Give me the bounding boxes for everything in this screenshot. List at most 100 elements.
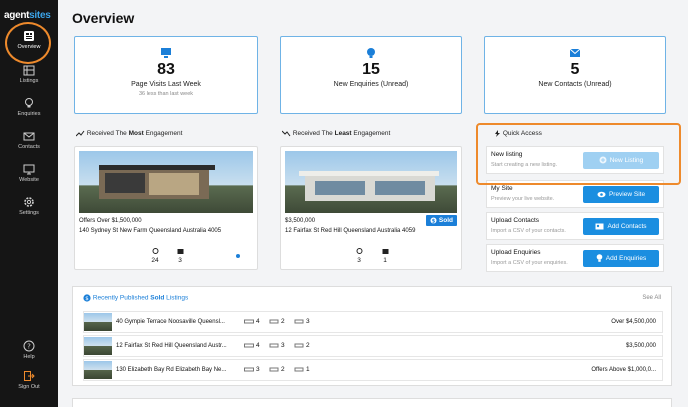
listing-address: 12 Fairfax St Red Hill Queensland Austr.…	[116, 343, 227, 349]
sidebar-item-help[interactable]: ? Help	[0, 340, 58, 360]
property-card-least-engagement[interactable]: $3,500,000 $ Sold 12 Fairfax St Red Hill…	[280, 146, 462, 270]
settings-icon	[24, 197, 34, 207]
new-listing-highlight-box	[476, 123, 681, 185]
property-enquiries-count: 3	[349, 248, 369, 264]
next-panel-edge	[72, 398, 672, 407]
property-contacts-count: 1	[375, 248, 395, 264]
quick-access-subtitle: Import a CSV of your contacts.	[491, 228, 566, 234]
dollar-icon: $	[83, 294, 91, 302]
eye-icon	[597, 191, 606, 198]
stat-value: 5	[570, 61, 580, 78]
app-logo[interactable]: agentsites	[4, 10, 54, 21]
sidebar-item-listings[interactable]: Listings	[0, 64, 58, 84]
listing-baths: 2	[269, 318, 285, 325]
svg-text:?: ?	[27, 343, 31, 351]
listing-row[interactable]: 12 Fairfax St Red Hill Queensland Austr.…	[83, 335, 663, 357]
sidebar-item-settings[interactable]: Settings	[0, 196, 58, 216]
bed-icon	[244, 367, 254, 372]
enquiries-icon	[25, 98, 33, 108]
quick-access-subtitle: Import a CSV of your enquiries.	[491, 260, 568, 266]
listing-beds: 4	[244, 342, 260, 349]
monitor-icon	[161, 48, 171, 58]
sidebar-item-label: Contacts	[18, 144, 40, 150]
quick-access-subtitle: Preview your live website.	[491, 196, 555, 202]
listing-thumbnail	[84, 313, 112, 331]
property-photo	[79, 151, 253, 213]
listing-beds: 3	[244, 366, 260, 373]
see-all-link[interactable]: See All	[642, 295, 661, 301]
listing-price: Over $4,500,000	[611, 319, 656, 325]
property-price: Offers Over $1,500,000	[79, 218, 142, 224]
sidebar-item-label: Listings	[19, 78, 39, 84]
lightbulb-icon	[152, 248, 158, 254]
property-card-most-engagement[interactable]: Offers Over $1,500,000 140 Sydney St New…	[74, 146, 258, 270]
lightbulb-icon	[367, 48, 375, 58]
sidebar-item-label: Website	[19, 177, 39, 183]
listing-beds: 4	[244, 318, 260, 325]
trend-up-icon	[75, 130, 85, 137]
listing-cars: 2	[294, 342, 310, 349]
contact-card-icon	[595, 223, 604, 230]
most-engagement-heading: Received The Most Engagement	[75, 130, 182, 137]
stat-value: 83	[157, 61, 175, 78]
listing-cars: 1	[294, 366, 310, 373]
stat-value: 15	[362, 61, 380, 78]
add-contacts-button[interactable]: Add Contacts	[583, 218, 659, 235]
add-enquiries-button[interactable]: Add Enquiries	[583, 250, 659, 267]
stat-card-new-enquiries[interactable]: 15 New Enquiries (Unread)	[280, 36, 462, 114]
quick-access-title: Upload Contacts	[491, 217, 540, 224]
property-address: 12 Fairfax St Red Hill Queensland Austra…	[285, 228, 416, 234]
listings-icon	[23, 65, 35, 76]
bath-icon	[269, 319, 279, 324]
listing-baths: 3	[269, 342, 285, 349]
bath-icon	[269, 367, 279, 372]
lightbulb-icon	[356, 248, 362, 254]
quick-access-title: Upload Enquiries	[491, 249, 541, 256]
listing-thumbnail	[84, 361, 112, 379]
bath-icon	[269, 343, 279, 348]
stat-card-new-contacts[interactable]: 5 New Contacts (Unread)	[484, 36, 666, 114]
envelope-icon	[382, 249, 388, 254]
stat-label: New Contacts (Unread)	[538, 81, 612, 88]
sidebar-item-label: Help	[23, 354, 35, 360]
property-contacts-count: 3	[170, 248, 190, 264]
sidebar-item-enquiries[interactable]: Enquiries	[0, 97, 58, 117]
listings-heading: $ Recently Published Sold Listings	[83, 294, 188, 302]
listing-row[interactable]: 130 Elizabeth Bay Rd Elizabeth Bay Ne...…	[83, 359, 663, 381]
overview-highlight-ring	[5, 22, 51, 64]
recent-sold-listings-panel: $ Recently Published Sold Listings See A…	[72, 286, 672, 386]
listing-thumbnail	[84, 337, 112, 355]
envelope-icon	[569, 48, 581, 57]
sold-badge: $ Sold	[426, 215, 457, 227]
property-enquiries-count: 24	[145, 248, 165, 264]
help-icon: ?	[23, 340, 35, 352]
carousel-dot[interactable]	[236, 254, 240, 258]
preview-site-button[interactable]: Preview Site	[583, 186, 659, 203]
quick-access-upload-contacts: Upload Contacts Import a CSV of your con…	[486, 212, 664, 240]
stat-card-page-visits[interactable]: 83 Page Visits Last Week 36 less than la…	[74, 36, 258, 114]
car-icon	[294, 343, 304, 348]
sidebar-item-label: Sign Out	[18, 384, 40, 390]
car-icon	[294, 367, 304, 372]
lightbulb-icon	[596, 254, 603, 263]
trend-down-icon	[281, 130, 291, 137]
quick-access-title: My Site	[491, 185, 513, 192]
listing-address: 40 Gympie Terrace Noosaville Queensl...	[116, 319, 225, 325]
stat-label: New Enquiries (Unread)	[333, 81, 409, 88]
sidebar-item-sign-out[interactable]: Sign Out	[0, 370, 58, 390]
quick-access-upload-enquiries: Upload Enquiries Import a CSV of your en…	[486, 244, 664, 272]
bed-icon	[244, 343, 254, 348]
contacts-icon	[23, 132, 35, 141]
listing-row[interactable]: 40 Gympie Terrace Noosaville Queensl... …	[83, 311, 663, 333]
property-photo	[285, 151, 457, 213]
sidebar-item-contacts[interactable]: Contacts	[0, 130, 58, 150]
property-address: 140 Sydney St New Farm Queensland Austra…	[79, 228, 222, 234]
listing-cars: 3	[294, 318, 310, 325]
bed-icon	[244, 319, 254, 324]
envelope-icon	[177, 249, 183, 254]
svg-text:$: $	[432, 219, 436, 225]
sign-out-icon	[24, 371, 35, 381]
svg-text:$: $	[85, 296, 89, 302]
sidebar-item-website[interactable]: Website	[0, 163, 58, 183]
stat-label: Page Visits Last Week	[131, 81, 201, 88]
